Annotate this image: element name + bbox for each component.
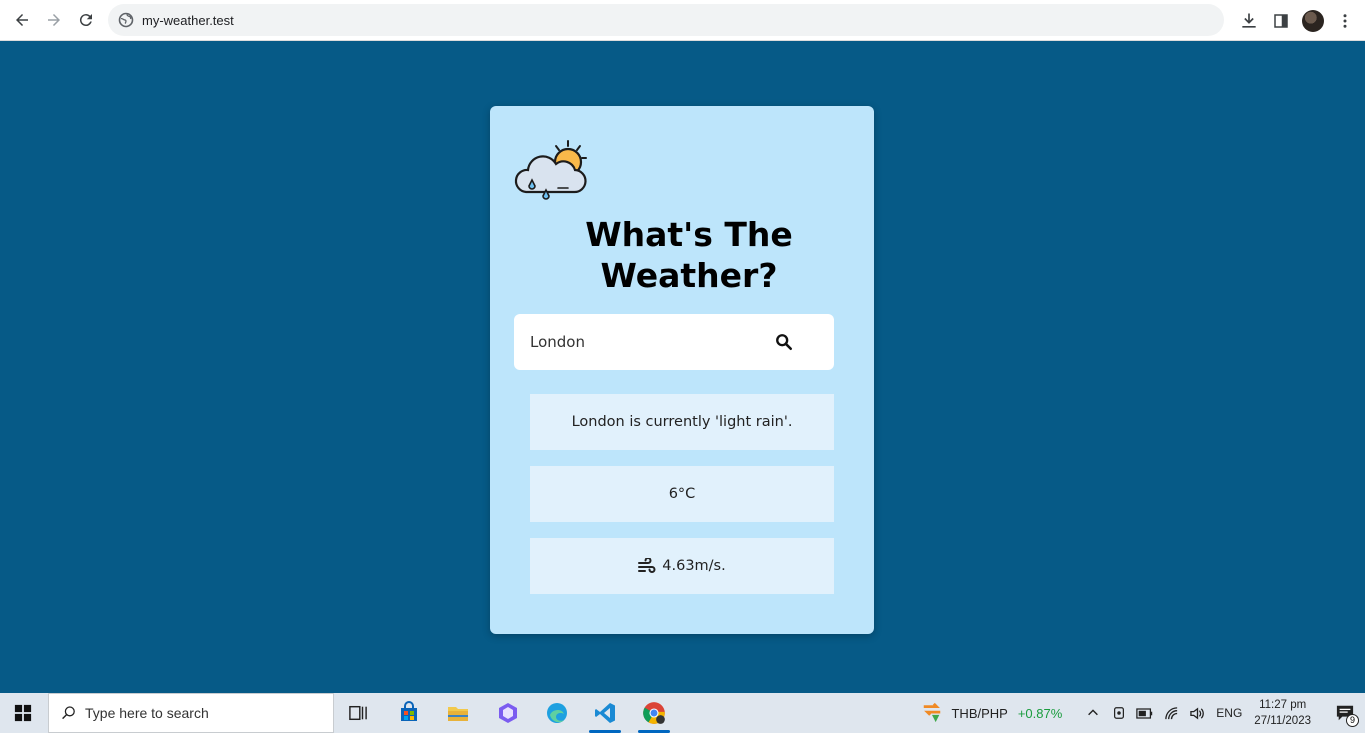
back-button[interactable] [6,4,38,36]
forward-button[interactable] [38,4,70,36]
ticker-change: +0.87% [1017,705,1063,721]
task-view-icon [349,705,367,721]
notification-count: 9 [1346,714,1359,727]
temperature-box: 6°C [530,466,834,522]
clock-date: 27/11/2023 [1254,715,1311,727]
weather-description: London is currently 'light rain'. [530,394,834,450]
clock[interactable]: 11:27 pm 27/11/2023 [1254,697,1311,729]
clock-time: 11:27 pm [1259,699,1307,711]
search-box [514,314,834,370]
store-icon [401,701,417,721]
taskbar-search-placeholder: Type here to search [85,705,209,721]
download-icon[interactable] [1237,9,1261,33]
taskbar-app-file-explorer[interactable] [438,697,478,729]
wind-speed-box: 4.63m/s. [530,538,834,594]
city-search-input[interactable] [514,314,764,370]
system-tray: THB/PHP +0.87% ENG 11:27 pm 27/11/2023 9 [921,693,1365,733]
taskbar-app-store[interactable] [389,697,429,729]
arrow-right-icon [48,14,60,26]
chrome-icon [643,702,665,724]
ticker-pair: THB/PHP [951,705,1008,721]
notifications-button[interactable]: 9 [1325,693,1365,733]
taskbar-app-chrome[interactable] [634,697,674,733]
weather-description-text: London is currently 'light rain'. [571,414,793,430]
title-line-2: Weather? [600,256,778,295]
page-title: What's The Weather? [490,214,874,296]
input-language[interactable]: ENG [1216,706,1242,720]
profile-avatar[interactable] [1301,9,1325,33]
taskbar-app-edge[interactable] [537,697,577,729]
folder-icon [448,707,468,721]
app-tray-icon[interactable] [1108,702,1130,724]
address-bar[interactable]: my-weather.test [108,4,1224,36]
weather-card: What's The Weather? London is currently … [490,106,874,634]
browser-toolbar: my-weather.test [0,0,1365,41]
chevron-up-icon[interactable] [1082,702,1104,724]
taskbar-search[interactable]: Type here to search [48,693,334,733]
windows-taskbar: Type here to search THB/PHP +0.87% ENG 1… [0,693,1365,733]
exchange-rate-icon [924,702,941,723]
taskbar-app-vscode[interactable] [585,697,625,733]
reload-button[interactable] [70,4,102,36]
copilot-icon [499,703,517,723]
cloud-sun-rain-icon [512,138,596,202]
reload-icon [79,14,92,27]
currency-ticker[interactable]: THB/PHP +0.87% [921,702,1062,724]
wifi-icon[interactable] [1160,702,1182,724]
volume-icon[interactable] [1186,702,1208,724]
arrow-left-icon [16,14,28,26]
menu-kebab-icon[interactable] [1333,9,1357,33]
temperature-text: 6°C [668,486,696,502]
edge-icon [547,703,567,723]
url-text: my-weather.test [142,12,234,28]
start-button[interactable] [0,693,46,733]
search-icon [776,334,793,351]
taskbar-app-copilot[interactable] [488,697,528,729]
site-info-icon[interactable] [118,12,134,28]
search-icon [62,706,75,720]
wind-icon [638,558,656,574]
vscode-icon [595,703,615,723]
search-button[interactable] [774,332,794,352]
title-line-1: What's The [585,215,793,254]
side-panel-icon[interactable] [1269,9,1293,33]
wind-speed-text: 4.63m/s. [662,558,726,574]
battery-icon[interactable] [1134,702,1156,724]
windows-logo-icon [14,704,32,722]
task-view-button[interactable] [338,697,378,729]
